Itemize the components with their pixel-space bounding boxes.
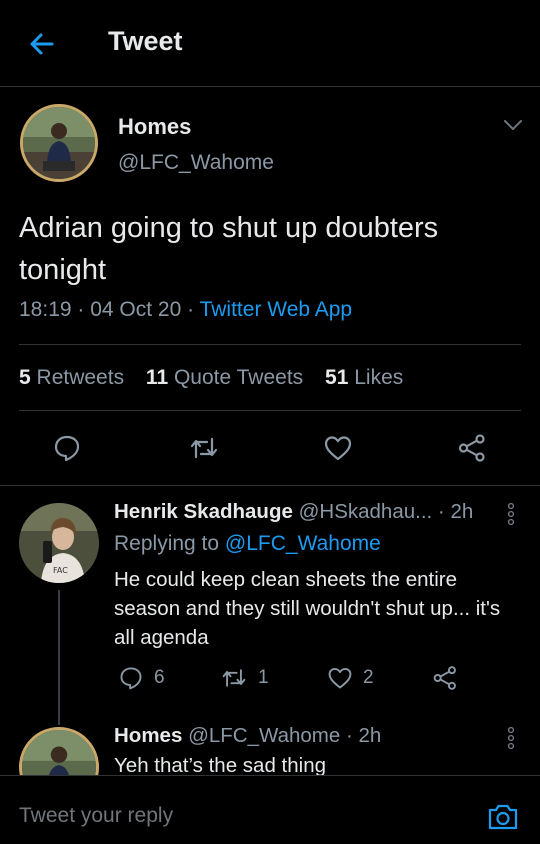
share-icon bbox=[433, 666, 456, 690]
replying-to: Replying to @LFC_Wahome bbox=[114, 532, 381, 556]
author-name[interactable]: Homes bbox=[118, 114, 191, 140]
quotes-count: 11 bbox=[145, 366, 169, 389]
reply-time: 2h bbox=[450, 500, 474, 523]
reply-share-button[interactable] bbox=[432, 665, 468, 691]
back-arrow-icon[interactable] bbox=[26, 28, 58, 60]
tweet-text: Adrian going to shut up doubters tonight bbox=[19, 212, 439, 286]
separator: · bbox=[437, 500, 451, 523]
reply-composer: Tweet your reply bbox=[0, 775, 540, 844]
chevron-down-icon[interactable] bbox=[500, 114, 526, 136]
reply-input[interactable]: Tweet your reply bbox=[19, 804, 173, 828]
reply-author-handle[interactable]: @LFC_Wahome bbox=[188, 724, 340, 747]
likes-stat[interactable]: 51 Likes bbox=[325, 366, 403, 389]
svg-text:FAC: FAC bbox=[53, 566, 68, 575]
reply-time: 2h bbox=[358, 724, 382, 747]
reply-header: Homes @LFC_Wahome · 2h bbox=[114, 724, 381, 748]
retweets-label: Retweets bbox=[36, 366, 125, 389]
more-vertical-icon[interactable] bbox=[506, 502, 516, 526]
separator: · bbox=[187, 298, 200, 321]
reply-author-name[interactable]: Henrik Skadhauge bbox=[114, 500, 293, 523]
author-handle[interactable]: @LFC_Wahome bbox=[118, 151, 274, 175]
thread-line bbox=[58, 590, 60, 725]
reply-replies-count: 6 bbox=[154, 667, 165, 688]
like-icon bbox=[328, 667, 352, 689]
likes-count: 51 bbox=[325, 366, 349, 389]
reply-likes-count: 2 bbox=[363, 667, 374, 688]
reply-icon bbox=[120, 667, 142, 690]
tweet-date: 04 Oct 20 bbox=[90, 298, 182, 321]
more-vertical-icon[interactable] bbox=[506, 726, 516, 750]
share-icon[interactable] bbox=[457, 433, 487, 463]
reply-reply-button[interactable]: 6 bbox=[118, 665, 165, 691]
camera-icon[interactable] bbox=[486, 800, 520, 834]
replying-to-label: Replying to bbox=[114, 532, 220, 555]
page-title: Tweet bbox=[108, 26, 183, 56]
quotes-stat[interactable]: 11 Quote Tweets bbox=[146, 366, 303, 389]
retweet-icon[interactable] bbox=[188, 433, 220, 463]
reply-header: Henrik Skadhauge @HSkadhau... · 2h bbox=[114, 500, 473, 524]
top-bar: Tweet bbox=[0, 0, 540, 87]
reply-icon[interactable] bbox=[52, 433, 82, 463]
avatar[interactable] bbox=[20, 104, 98, 182]
divider bbox=[0, 485, 540, 486]
divider bbox=[19, 344, 521, 345]
reply-author-handle[interactable]: @HSkadhau... bbox=[299, 500, 433, 523]
reply-retweets-count: 1 bbox=[258, 667, 269, 688]
reply-retweet-button[interactable]: 1 bbox=[220, 665, 269, 691]
separator: · bbox=[77, 298, 91, 321]
divider bbox=[19, 410, 521, 411]
likes-label: Likes bbox=[354, 366, 404, 389]
retweets-stat[interactable]: 5 Retweets bbox=[19, 366, 124, 389]
tweet-time: 18:19 bbox=[19, 298, 72, 321]
replying-to-mention[interactable]: @LFC_Wahome bbox=[225, 532, 381, 555]
tweet-meta: 18:19 · 04 Oct 20 · Twitter Web App bbox=[19, 298, 352, 322]
retweet-icon bbox=[222, 669, 246, 687]
like-icon[interactable] bbox=[323, 433, 353, 463]
retweets-count: 5 bbox=[19, 366, 31, 389]
reply-like-button[interactable]: 2 bbox=[327, 665, 374, 691]
reply-author-name[interactable]: Homes bbox=[114, 724, 182, 747]
tweet-stats: 5 Retweets 11 Quote Tweets 51 Likes bbox=[19, 366, 403, 390]
reply-text: He could keep clean sheets the entire se… bbox=[114, 568, 501, 649]
avatar[interactable]: FAC bbox=[19, 503, 99, 583]
quotes-label: Quote Tweets bbox=[173, 366, 304, 389]
separator: · bbox=[340, 724, 359, 747]
tweet-source-link[interactable]: Twitter Web App bbox=[200, 298, 353, 321]
